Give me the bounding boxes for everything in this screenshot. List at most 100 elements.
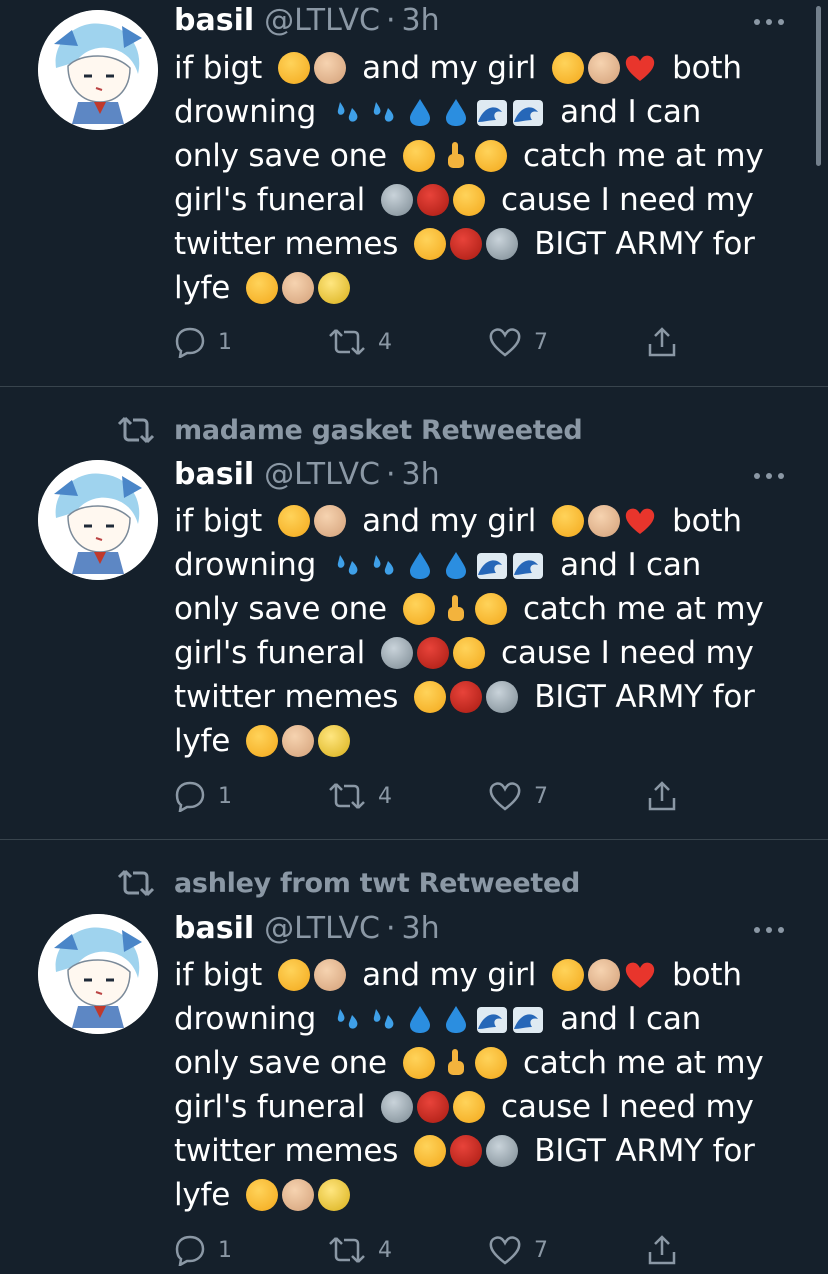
retweeted-by-row[interactable]: ashley from twt Retweeted (116, 863, 580, 903)
clapping-hands-emoji-icon (282, 1179, 315, 1211)
retweet-count: 4 (378, 329, 392, 355)
text-segment: if bigt (174, 957, 263, 993)
face-with-steam-emoji-icon (246, 725, 279, 757)
like-button[interactable]: 7 (488, 1230, 548, 1270)
loudly-crying-face-emoji-icon (474, 593, 507, 625)
reply-button[interactable]: 1 (174, 322, 232, 362)
loudly-crying-face-emoji-icon (474, 140, 507, 172)
reply-button[interactable]: 1 (174, 1230, 232, 1270)
text-segment: BIGT ARMY for (534, 679, 755, 715)
droplet-emoji-icon (440, 1003, 472, 1035)
author-name[interactable]: basil (174, 3, 254, 38)
author-name[interactable]: basil (174, 457, 254, 492)
weary-cat-emoji-icon (453, 184, 486, 216)
like-button[interactable]: 7 (488, 776, 548, 816)
retweet-button[interactable]: 4 (328, 1230, 392, 1270)
text-segment: if bigt (174, 503, 263, 539)
reply-icon (175, 327, 205, 358)
sweat-droplets-emoji-icon (332, 96, 364, 128)
text-segment: cause I need my (501, 635, 754, 671)
share-icon (648, 1235, 676, 1265)
separator-dot: · (385, 910, 396, 946)
droplet-emoji-icon (440, 549, 472, 581)
text-segment: and my girl (362, 503, 537, 539)
text-segment: BIGT ARMY for (534, 1133, 755, 1169)
author-name[interactable]: basil (174, 911, 254, 946)
retweet-button[interactable]: 4 (328, 776, 392, 816)
tears-of-joy-emoji-icon (414, 1135, 447, 1167)
avatar[interactable] (38, 10, 158, 130)
full-moon-emoji-icon (318, 1179, 351, 1211)
author-handle[interactable]: @LTLVC (264, 457, 380, 492)
text-segment: both (672, 957, 742, 993)
text-segment: girl's funeral (174, 1089, 366, 1125)
tears-of-joy-emoji-icon (414, 681, 447, 713)
skull-and-crossbones-emoji-icon (381, 1091, 414, 1123)
text-segment: lyfe (174, 270, 231, 306)
reply-count: 1 (218, 783, 232, 809)
text-segment: only save one (174, 1045, 387, 1081)
tweet-divider (0, 386, 828, 387)
boy-emoji-icon (278, 52, 311, 84)
sweat-droplets-emoji-icon (368, 1003, 400, 1035)
retweeted-by-row[interactable]: madame gasket Retweeted (116, 410, 583, 450)
text-segment: twitter memes (174, 226, 399, 262)
timestamp[interactable]: 3h (402, 911, 440, 946)
tweet-header: basil @LTLVC · 3h (174, 454, 440, 494)
water-wave-emoji-icon (512, 1003, 544, 1035)
text-segment: lyfe (174, 723, 231, 759)
text-segment: cause I need my (501, 182, 754, 218)
text-segment: catch me at my (522, 1045, 764, 1081)
full-moon-emoji-icon (318, 272, 351, 304)
droplet-emoji-icon (404, 1003, 436, 1035)
retweet-icon (329, 329, 365, 355)
skull-and-crossbones-emoji-icon (381, 184, 414, 216)
text-segment: lyfe (174, 1177, 231, 1213)
grey-emoji-icon (486, 681, 519, 713)
red-heart-emoji-icon (624, 505, 656, 537)
boy-emoji-icon (278, 959, 311, 991)
avatar[interactable] (38, 914, 158, 1034)
share-button[interactable] (646, 322, 690, 362)
text-segment: BIGT ARMY for (534, 226, 755, 262)
scrollbar[interactable] (816, 6, 821, 166)
face-with-steam-emoji-icon (246, 272, 279, 304)
like-count: 7 (534, 329, 548, 355)
avatar[interactable] (38, 460, 158, 580)
more-icon[interactable] (752, 14, 786, 30)
tweet-divider (0, 839, 828, 840)
like-count: 7 (534, 783, 548, 809)
share-button[interactable] (646, 776, 690, 816)
timestamp[interactable]: 3h (402, 3, 440, 38)
like-button[interactable]: 7 (488, 322, 548, 362)
couple-emoji-icon (588, 52, 621, 84)
text-segment: girl's funeral (174, 182, 366, 218)
text-segment: and I can (560, 94, 702, 130)
loudly-crying-face-emoji-icon (402, 1047, 435, 1079)
weary-cat-emoji-icon (453, 1091, 486, 1123)
sweat-droplets-emoji-icon (368, 549, 400, 581)
author-handle[interactable]: @LTLVC (264, 3, 380, 38)
timestamp[interactable]: 3h (402, 457, 440, 492)
more-icon[interactable] (752, 468, 786, 484)
share-button[interactable] (646, 1230, 690, 1270)
text-segment: cause I need my (501, 1089, 754, 1125)
loudly-crying-face-emoji-icon (402, 140, 435, 172)
reply-button[interactable]: 1 (174, 776, 232, 816)
retweet-button[interactable]: 4 (328, 322, 392, 362)
retweeted-by-label: madame gasket Retweeted (174, 414, 583, 446)
retweeted-icon (117, 869, 155, 897)
tweet-actions: 1 4 7 (174, 776, 694, 816)
text-segment: twitter memes (174, 679, 399, 715)
reply-icon (175, 1235, 205, 1266)
more-icon[interactable] (752, 922, 786, 938)
tweet-text: if bigt and my girl both drowning and I … (174, 46, 794, 310)
droplet-emoji-icon (404, 96, 436, 128)
share-icon (648, 327, 676, 357)
author-handle[interactable]: @LTLVC (264, 911, 380, 946)
tweet-header: basil @LTLVC · 3h (174, 0, 440, 40)
text-segment: and my girl (362, 50, 537, 86)
loudly-crying-face-emoji-icon (474, 1047, 507, 1079)
grey-emoji-icon (486, 228, 519, 260)
droplet-emoji-icon (440, 96, 472, 128)
